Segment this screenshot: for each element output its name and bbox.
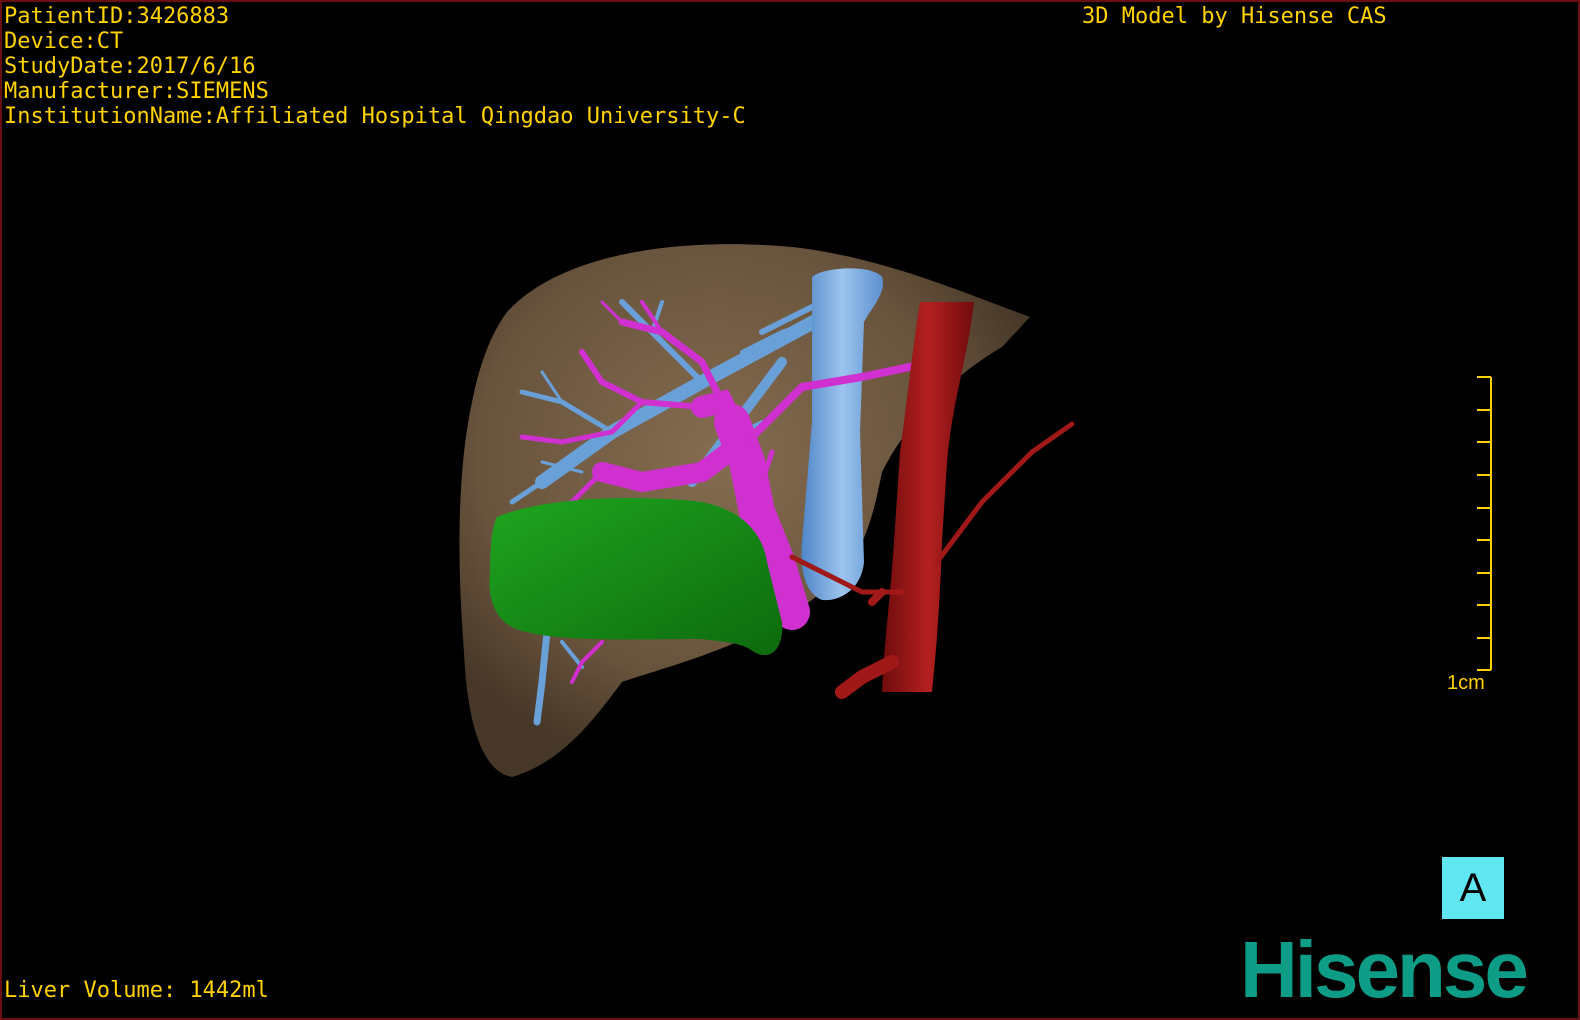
patient-id-text: PatientID:3426883 xyxy=(4,4,230,29)
patient-info-overlay: PatientID:3426883 Device:CT StudyDate:20… xyxy=(4,4,746,129)
study-date-text: StudyDate:2017/6/16 xyxy=(4,54,256,79)
manufacturer-text: Manufacturer:SIEMENS xyxy=(4,79,269,104)
3d-viewport[interactable]: PatientID:3426883 Device:CT StudyDate:20… xyxy=(0,0,1580,1020)
model-credit-text: 3D Model by Hisense CAS xyxy=(1082,4,1387,29)
tumor-mass xyxy=(489,497,783,656)
institution-text: InstitutionName:Affiliated Hospital Qing… xyxy=(4,104,746,129)
orientation-marker[interactable]: A xyxy=(1442,857,1504,919)
liver-volume-text: Liver Volume: 1442ml xyxy=(4,978,269,1003)
hisense-logo: Hisense xyxy=(1240,925,1529,1014)
scale-bar xyxy=(1477,376,1492,671)
liver-3d-model[interactable] xyxy=(2,2,1578,1018)
device-text: Device:CT xyxy=(4,29,124,54)
scale-bar-label: 1cm xyxy=(1447,672,1485,694)
